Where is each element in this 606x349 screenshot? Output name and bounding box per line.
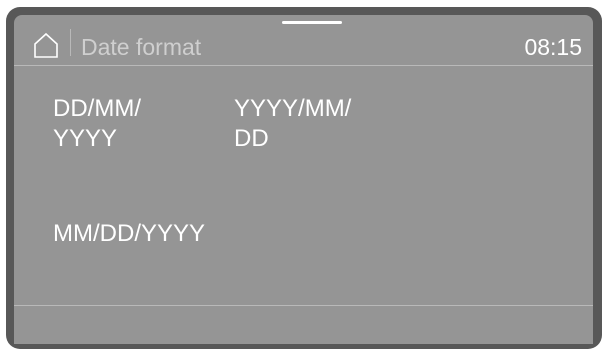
clock-time: 08:15 bbox=[524, 34, 582, 60]
option-label-line1: MM/DD/YYYY bbox=[53, 220, 206, 247]
option-label-line1: DD/MM/ bbox=[53, 95, 141, 122]
option-mm-dd-yyyy[interactable]: MM/DD/YYYY bbox=[53, 219, 253, 249]
device-bezel: Date format 08:15 DD/MM/ YYYY YYYY/MM/ D… bbox=[6, 7, 602, 349]
home-icon[interactable] bbox=[33, 32, 59, 58]
footer-divider bbox=[14, 305, 593, 306]
header-bar: Date format 08:15 bbox=[14, 15, 593, 66]
display-screen: Date format 08:15 DD/MM/ YYYY YYYY/MM/ D… bbox=[14, 15, 593, 344]
option-dd-mm-yyyy[interactable]: DD/MM/ YYYY bbox=[53, 94, 203, 154]
option-yyyy-mm-dd[interactable]: YYYY/MM/ DD bbox=[234, 94, 394, 154]
option-label-line1: YYYY/MM/ bbox=[234, 95, 352, 122]
option-label-line2: YYYY bbox=[53, 125, 118, 152]
option-label-line2: DD bbox=[234, 125, 269, 152]
header-divider bbox=[70, 29, 71, 56]
page-title: Date format bbox=[81, 34, 202, 60]
